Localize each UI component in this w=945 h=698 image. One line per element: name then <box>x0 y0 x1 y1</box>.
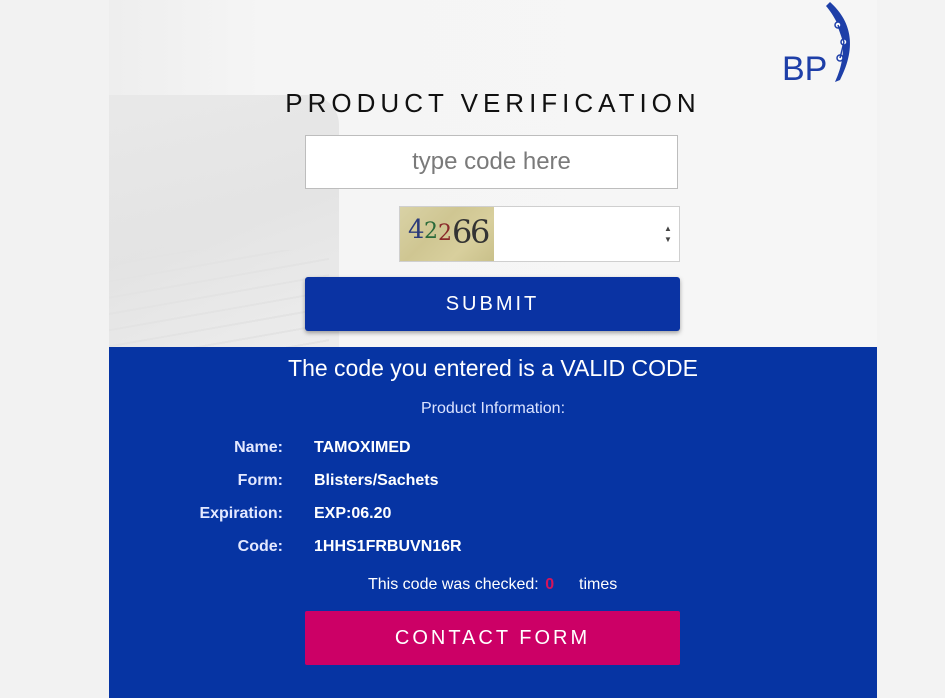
result-heading: The code you entered is a VALID CODE <box>288 355 698 381</box>
code-input[interactable] <box>305 135 678 189</box>
check-count-value: 0 <box>545 576 555 593</box>
info-value: TAMOXIMED <box>314 439 411 456</box>
info-row-code: Code: 1HHS1FRBUVN16R <box>109 538 877 558</box>
captcha-digit: 4 <box>408 215 425 245</box>
check-count-prefix: This code was checked: <box>368 576 539 593</box>
info-row-form: Form: Blisters/Sachets <box>109 472 877 492</box>
check-count-suffix: times <box>579 576 618 593</box>
captcha-input[interactable] <box>495 207 683 263</box>
company-logo: BP <box>780 0 860 90</box>
result-panel: The code you entered is a VALID CODE Pro… <box>109 347 877 698</box>
submit-button[interactable]: SUBMIT <box>305 277 680 331</box>
svg-text:BP: BP <box>782 50 827 88</box>
captcha-image: 4 2 2 6 6 <box>400 207 494 261</box>
info-label: Form: <box>237 472 283 489</box>
right-margin <box>877 0 945 698</box>
info-value: EXP:06.20 <box>314 505 392 522</box>
info-value: 1HHS1FRBUVN16R <box>314 538 462 555</box>
check-count-text: This code was checked: 0 times <box>368 576 617 594</box>
info-row-name: Name: TAMOXIMED <box>109 439 877 459</box>
number-spinner[interactable]: ▲ ▼ <box>663 223 673 245</box>
captcha-digit: 2 <box>438 221 452 246</box>
captcha-digit: 2 <box>424 219 438 244</box>
info-label: Code: <box>237 538 283 555</box>
page-title: PRODUCT VERIFICATION <box>285 88 701 118</box>
contact-form-button[interactable]: CONTACT FORM <box>305 611 680 665</box>
captcha-digit: 6 <box>470 213 491 251</box>
info-label: Expiration: <box>199 505 283 522</box>
info-row-expiration: Expiration: EXP:06.20 <box>109 505 877 525</box>
captcha-row: 4 2 2 6 6 ▲ ▼ <box>399 206 683 263</box>
result-subheading: Product Information: <box>420 400 566 417</box>
info-label: Name: <box>234 439 283 456</box>
info-value: Blisters/Sachets <box>314 472 439 489</box>
building-lines <box>109 250 329 347</box>
